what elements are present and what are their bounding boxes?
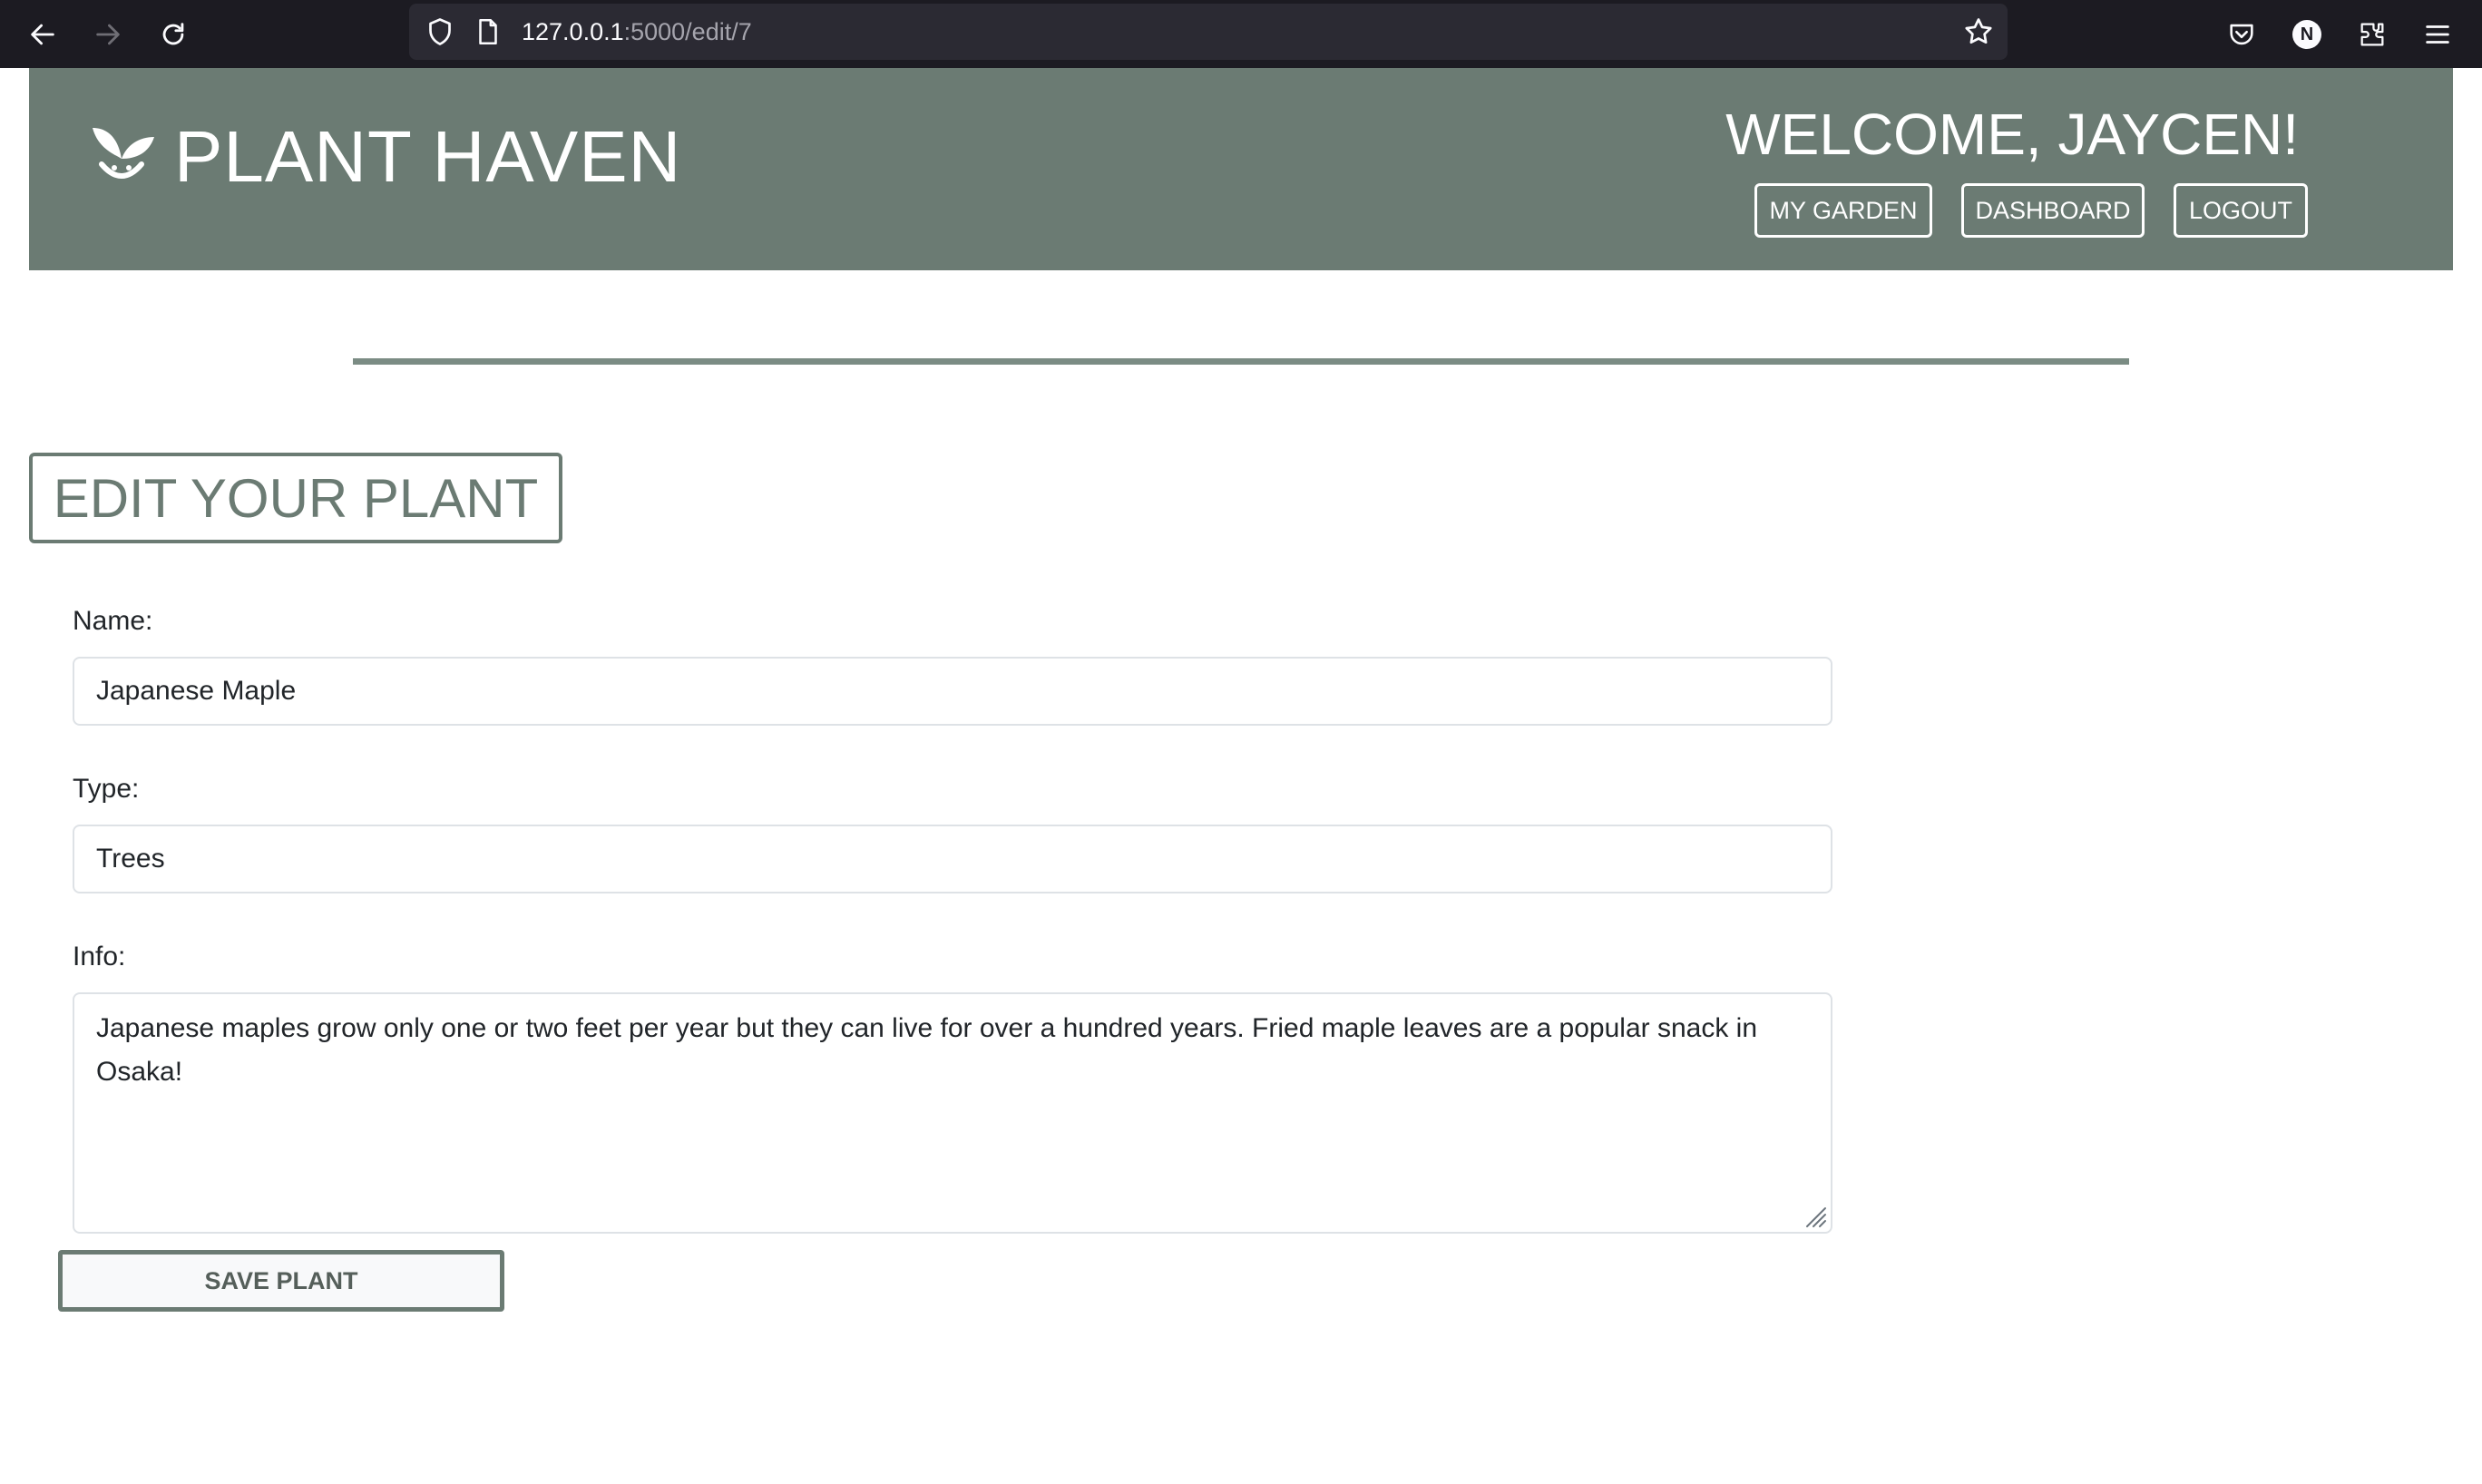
url-path: :5000/edit/7 — [623, 18, 752, 45]
profile-avatar[interactable]: N — [2284, 12, 2330, 57]
profile-initial: N — [2292, 20, 2321, 49]
extensions-icon[interactable] — [2350, 12, 2395, 57]
url-bar[interactable]: 127.0.0.1:5000/edit/7 — [409, 4, 2008, 60]
back-arrow-icon[interactable] — [20, 12, 65, 57]
menu-icon[interactable] — [2415, 12, 2460, 57]
url-text[interactable]: 127.0.0.1:5000/edit/7 — [522, 4, 752, 60]
info-textarea[interactable]: Japanese maples grow only one or two fee… — [73, 992, 1832, 1234]
site-header: PLANT HAVEN WELCOME, JAYCEN! MY GARDEN D… — [29, 68, 2453, 270]
resize-handle-icon[interactable] — [1803, 1205, 1827, 1228]
shield-icon[interactable] — [424, 15, 456, 53]
pocket-icon[interactable] — [2219, 12, 2264, 57]
name-input[interactable] — [73, 657, 1832, 726]
forward-arrow-icon[interactable] — [85, 12, 131, 57]
type-label: Type: — [73, 774, 140, 804]
info-label: Info: — [73, 942, 126, 971]
browser-toolbar: 127.0.0.1:5000/edit/7 N — [0, 0, 2482, 68]
logout-button[interactable]: LOGOUT — [2174, 183, 2308, 238]
leaf-logo-icon — [85, 117, 158, 194]
my-garden-button[interactable]: MY GARDEN — [1754, 183, 1932, 238]
name-label: Name: — [73, 606, 153, 636]
type-input[interactable] — [73, 825, 1832, 893]
reload-icon[interactable] — [151, 12, 196, 57]
section-divider — [353, 358, 2129, 365]
page-icon[interactable] — [473, 15, 503, 53]
url-host: 127.0.0.1 — [522, 18, 624, 45]
bookmark-star-icon[interactable] — [1962, 15, 1995, 53]
welcome-message: WELCOME, JAYCEN! — [1725, 102, 2299, 167]
site-title: PLANT HAVEN — [174, 116, 682, 197]
save-plant-button[interactable]: SAVE PLANT — [58, 1250, 504, 1312]
dashboard-button[interactable]: DASHBOARD — [1961, 183, 2145, 238]
page-title: EDIT YOUR PLANT — [29, 453, 562, 543]
